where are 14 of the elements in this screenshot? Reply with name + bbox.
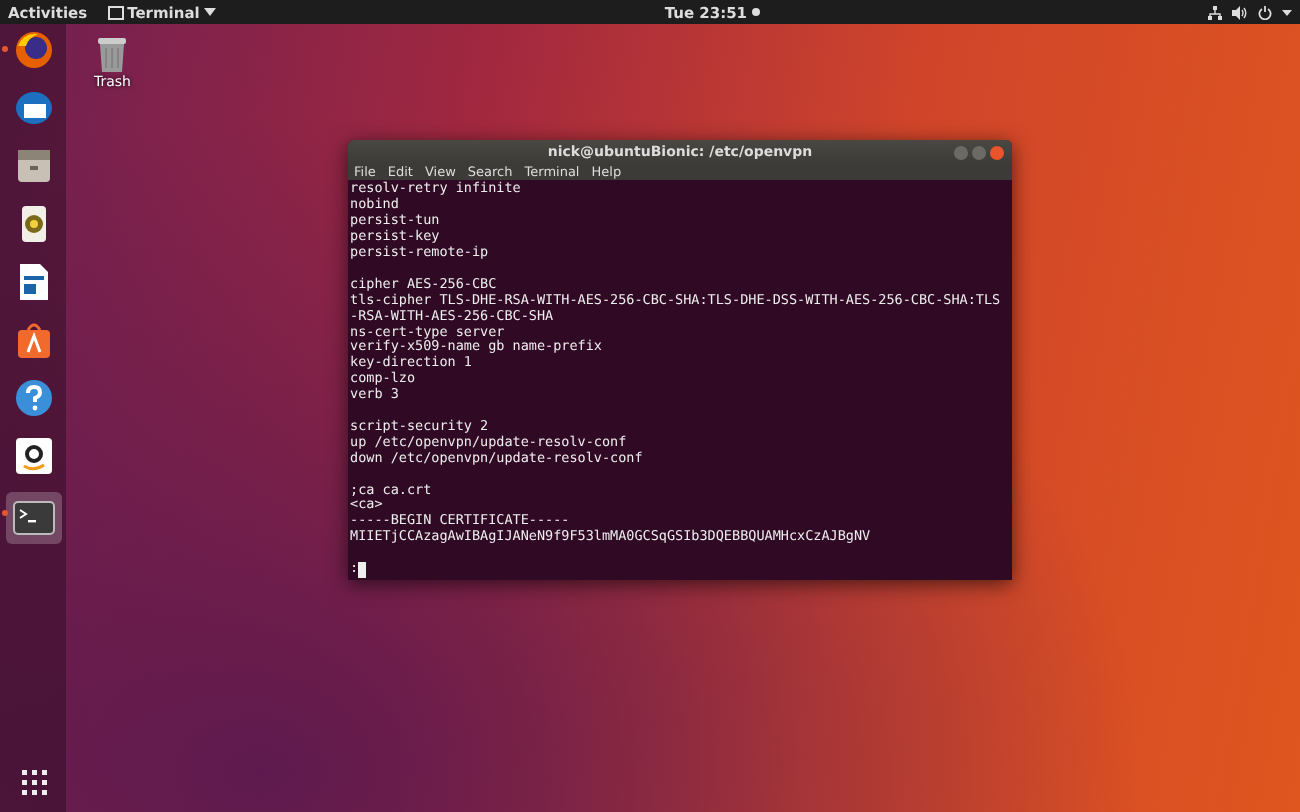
network-icon[interactable] bbox=[1208, 5, 1223, 19]
power-icon[interactable] bbox=[1258, 5, 1273, 19]
dock-item[interactable] bbox=[5, 492, 61, 544]
trash-icon[interactable] bbox=[96, 36, 129, 72]
window-icon bbox=[107, 5, 124, 19]
app-grid-icon[interactable] bbox=[19, 768, 47, 796]
volume-icon[interactable] bbox=[1232, 5, 1249, 19]
close-button[interactable] bbox=[990, 146, 1004, 160]
caret-icon bbox=[203, 8, 216, 16]
help-icon bbox=[11, 376, 55, 420]
text-cursor bbox=[358, 562, 367, 578]
caret-icon[interactable] bbox=[1282, 9, 1293, 15]
notification-dot-icon bbox=[751, 8, 760, 16]
terminal-icon bbox=[11, 496, 55, 540]
